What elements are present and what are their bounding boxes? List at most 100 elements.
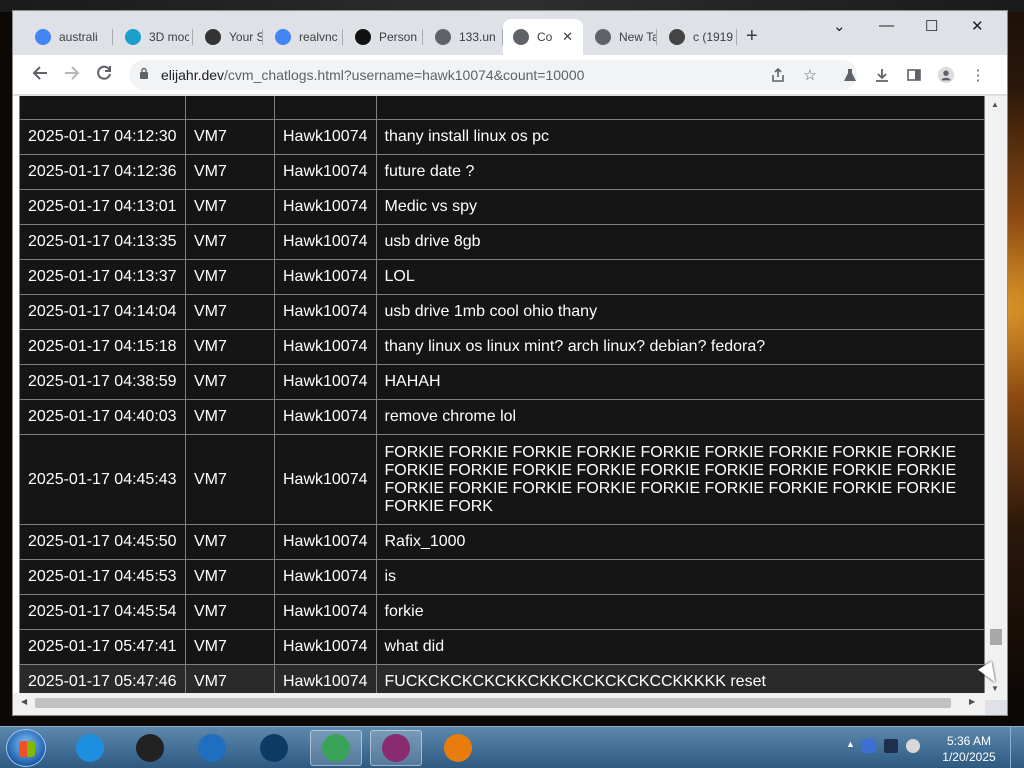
table-row: 2025-01-17 04:40:03 VM7 Hawk10074 remove ch… (19, 399, 985, 435)
tab-title: australi (59, 30, 98, 44)
tab-2[interactable]: Your Si (193, 25, 263, 49)
taskbar-app-button[interactable] (432, 730, 484, 766)
taskbar: ▲ 5:36 AM 1/20/2025 (0, 726, 1024, 768)
timestamp-cell: 2025-01-17 04:45:50 (19, 524, 186, 560)
windows-logo-icon (19, 741, 35, 757)
google-g-icon (275, 29, 291, 45)
address-bar[interactable]: elijahr.dev/cvm_chatlogs.html?username=h… (129, 60, 857, 90)
username-cell: Hawk10074 (274, 594, 377, 630)
lock-icon[interactable] (139, 67, 149, 79)
share-icon[interactable] (769, 66, 787, 84)
vm-cell: VM7 (185, 119, 275, 155)
tab-title: 3D moc (149, 30, 189, 44)
message-cell: remove chrome lol (375, 399, 985, 435)
globe-icon (513, 29, 529, 45)
horizontal-scroll-thumb[interactable] (35, 698, 951, 708)
message-cell: thany linux os linux mint? arch linux? d… (375, 329, 985, 365)
taskbar-app-button[interactable] (186, 730, 238, 766)
message-cell: Medic vs spy (375, 189, 985, 225)
back-arrow-icon[interactable] (31, 64, 49, 87)
username-cell: Hawk10074 (274, 364, 377, 400)
tab-search-button[interactable]: ⌄ (833, 17, 846, 35)
close-tab-icon[interactable]: ✕ (562, 29, 573, 45)
reload-icon[interactable] (95, 64, 113, 87)
bookmark-star-icon[interactable]: ☆ (801, 66, 819, 84)
taskbar-app-button[interactable] (124, 730, 176, 766)
tab-8[interactable]: c (1919 (657, 25, 737, 49)
taskbar-app-button[interactable] (248, 730, 300, 766)
tab-0[interactable]: australi (23, 25, 113, 49)
horizontal-scrollbar[interactable]: ◀ ▶ (13, 693, 985, 715)
table-row: 2025-01-17 04:13:37 VM7 Hawk10074 LOL (19, 259, 985, 295)
tab-title: New Ta (619, 30, 657, 44)
forward-arrow-icon[interactable] (63, 64, 81, 87)
volume-tray-icon[interactable] (906, 739, 920, 753)
vm-cell: VM7 (185, 329, 275, 365)
table-row-partial (19, 96, 985, 120)
message-cell: FORKIE FORKIE FORKIE FORKIE FORKIE FORKI… (375, 434, 985, 525)
winrar-icon (382, 734, 410, 762)
side-panel-icon[interactable] (905, 66, 923, 84)
message-cell: usb drive 8gb (375, 224, 985, 260)
display-tray-icon[interactable] (884, 739, 898, 753)
timestamp-cell: 2025-01-17 04:40:03 (19, 399, 186, 435)
tab-6[interactable]: Co ✕ (503, 19, 583, 55)
timestamp-cell: 2025-01-17 05:47:41 (19, 629, 186, 665)
vm-cell: VM7 (185, 524, 275, 560)
network-tray-icon[interactable] (862, 739, 876, 753)
start-button[interactable] (6, 729, 46, 767)
message-cell: thany install linux os pc (375, 119, 985, 155)
username-cell: Hawk10074 (274, 259, 377, 295)
clock-date: 1/20/2025 (942, 750, 996, 764)
taskbar-app-button[interactable] (64, 730, 116, 766)
tray-expand-icon[interactable]: ▲ (846, 739, 855, 753)
message-cell: is (375, 559, 985, 595)
vertical-scroll-thumb[interactable] (990, 629, 1002, 645)
vm-cell: VM7 (185, 364, 275, 400)
internet-explorer-icon (76, 734, 104, 762)
timestamp-cell: 2025-01-17 04:14:04 (19, 294, 186, 330)
tab-5[interactable]: 133.un (423, 25, 503, 49)
taskbar-app-button[interactable] (310, 730, 362, 766)
new-tab-button[interactable]: + (746, 25, 758, 48)
minimize-button[interactable]: — (879, 17, 894, 34)
timestamp-cell: 2025-01-17 04:38:59 (19, 364, 186, 400)
table-row: 2025-01-17 04:38:59 VM7 Hawk10074 HAHAH (19, 364, 985, 400)
menu-kebab-icon[interactable]: ⋮ (969, 66, 987, 84)
username-cell: Hawk10074 (274, 189, 377, 225)
page-content: 2025-01-17 04:12:30 VM7 Hawk10074 thany ins… (13, 96, 1007, 700)
message-cell (375, 96, 985, 120)
username-cell: Hawk10074 (274, 154, 377, 190)
show-desktop-button[interactable] (1010, 727, 1024, 768)
scroll-down-arrow-icon[interactable]: ▼ (991, 684, 999, 693)
vm-cell (185, 96, 275, 120)
table-row: 2025-01-17 04:45:53 VM7 Hawk10074 is (19, 559, 985, 595)
tab-7[interactable]: New Ta (583, 25, 657, 49)
scroll-up-arrow-icon[interactable]: ▲ (991, 100, 999, 109)
username-cell: Hawk10074 (274, 329, 377, 365)
vertical-scrollbar[interactable]: ▲ ▼ (985, 96, 1007, 700)
tab-3[interactable]: realvnc (263, 25, 343, 49)
tab-title: 133.un (459, 30, 496, 44)
browser-toolbar: elijahr.dev/cvm_chatlogs.html?username=h… (13, 55, 1007, 95)
scroll-right-arrow-icon[interactable]: ▶ (969, 697, 975, 706)
tab-1[interactable]: 3D moc (113, 25, 193, 49)
chrome-taskbar-icon (322, 734, 350, 762)
taskbar-clock[interactable]: 5:36 AM 1/20/2025 (934, 733, 1004, 765)
tab-4[interactable]: Person (343, 25, 423, 49)
tab-separator (736, 29, 737, 45)
timestamp-cell: 2025-01-17 04:45:54 (19, 594, 186, 630)
url-text[interactable]: elijahr.dev/cvm_chatlogs.html?username=h… (161, 67, 584, 83)
scroll-left-arrow-icon[interactable]: ◀ (21, 697, 27, 706)
media-player-icon (198, 734, 226, 762)
profile-avatar-icon[interactable] (937, 66, 955, 84)
close-window-button[interactable]: ✕ (971, 17, 984, 35)
taskbar-app-button[interactable] (370, 730, 422, 766)
maximize-button[interactable]: ☐ (925, 17, 938, 35)
download-icon[interactable] (873, 66, 891, 84)
username-cell: Hawk10074 (274, 399, 377, 435)
username-cell: Hawk10074 (274, 629, 377, 665)
extension-flask-icon[interactable] (841, 66, 859, 84)
table-row: 2025-01-17 04:14:04 VM7 Hawk10074 usb drive… (19, 294, 985, 330)
tab-strip: australi 3D moc Your Si realvnc Person 133.un… (13, 11, 1007, 55)
